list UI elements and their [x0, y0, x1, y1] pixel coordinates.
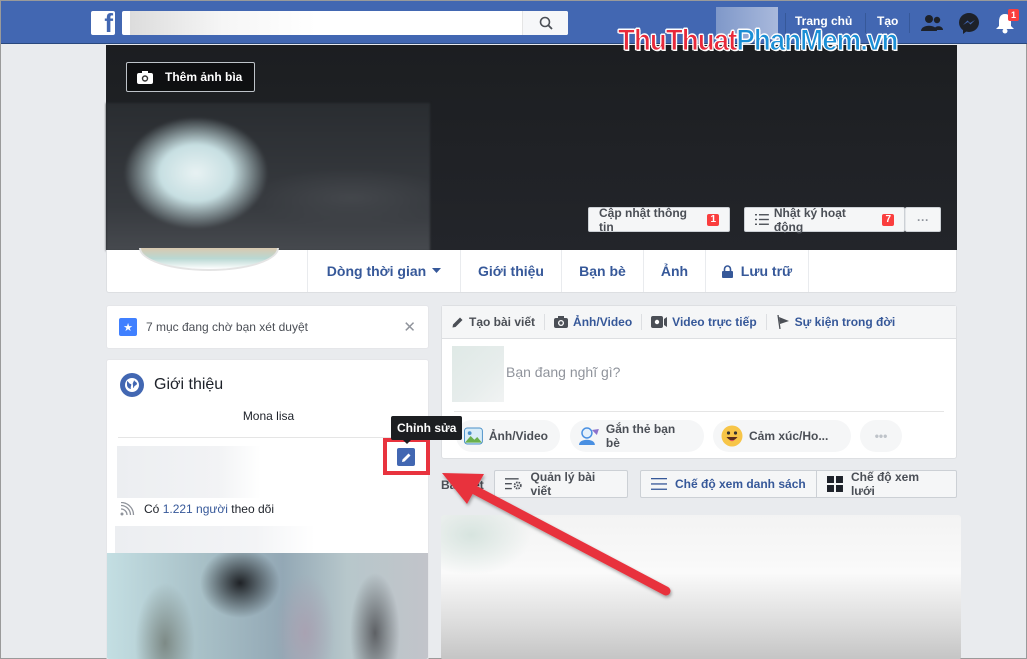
caret-down-icon [432, 268, 442, 273]
search-input[interactable] [122, 11, 568, 35]
tag-friends-icon [578, 427, 599, 445]
blurred-intro-detail [115, 526, 315, 554]
tab-about[interactable]: Giới thiệu [460, 250, 561, 292]
friend-requests-icon [921, 15, 943, 31]
composer-tab-photo-video[interactable]: Ảnh/Video [554, 315, 632, 329]
nav-divider [909, 13, 910, 33]
pending-review-text: 7 mục đang chờ bạn xét duyệt [146, 320, 308, 334]
tab-photos[interactable]: Ảnh [643, 250, 705, 292]
posts-section-label: Bài viết [441, 478, 484, 492]
update-info-badge: 1 [707, 213, 719, 226]
messenger-icon [959, 13, 979, 34]
photo-icon [464, 427, 483, 445]
lock-icon [721, 264, 733, 278]
composer-tab-divider [641, 314, 643, 330]
composer-input[interactable]: Bạn đang nghĩ gì? [506, 364, 620, 380]
flag-icon [777, 315, 789, 329]
profile-picture-frame[interactable] [139, 248, 279, 271]
friend-requests-button[interactable] [920, 11, 944, 35]
intro-divider [118, 437, 417, 438]
composer-avatar [452, 346, 504, 402]
composer-tabs: Tạo bài viết Ảnh/Video Video trực tiếp S… [442, 306, 956, 339]
facebook-logo[interactable]: f [91, 11, 115, 35]
profile-tabs: Dòng thời gian Giới thiệu Bạn bè Ảnh Lưu… [106, 248, 957, 293]
tab-timeline[interactable]: Dòng thời gian [307, 250, 460, 292]
search-button[interactable] [522, 11, 568, 35]
composer-tab-create-post[interactable]: Tạo bài viết [452, 315, 535, 329]
action-more[interactable]: ••• [860, 420, 902, 452]
photos-preview-blurred[interactable] [107, 553, 428, 659]
list-icon [755, 214, 769, 225]
composer-tab-divider [544, 314, 546, 330]
manage-posts-button[interactable]: Quản lý bài viết [494, 470, 628, 498]
edit-tooltip: Chỉnh sửa [391, 416, 463, 444]
search-icon [539, 16, 553, 30]
blurred-search-text [130, 11, 440, 35]
followers-link[interactable]: 1.221 người [163, 502, 228, 516]
intro-card: Giới thiệu Mona lisa Có 1.221 người theo… [106, 359, 429, 659]
tab-friends[interactable]: Bạn bè [561, 250, 643, 292]
rss-follow-icon [120, 502, 135, 516]
bio-text: Mona lisa [242, 409, 295, 423]
pending-review-card[interactable]: ★ 7 mục đang chờ bạn xét duyệt ✕ [106, 305, 429, 349]
grid-view-button[interactable]: Chế độ xem lưới [816, 470, 957, 498]
composer-tab-divider [765, 314, 767, 330]
live-video-icon [651, 316, 668, 328]
settings-list-icon [505, 478, 522, 490]
add-cover-photo-button[interactable]: Thêm ảnh bìa [126, 62, 255, 92]
post-composer: Tạo bài viết Ảnh/Video Video trực tiếp S… [441, 305, 957, 459]
action-feeling-activity[interactable]: Cảm xúc/Ho... [713, 420, 851, 452]
messenger-button[interactable] [957, 11, 981, 35]
composer-divider [454, 411, 944, 412]
action-photo-video[interactable]: Ảnh/Video [456, 420, 560, 452]
update-info-button[interactable]: Cập nhật thông tin 1 [588, 206, 730, 234]
followers-info: Có 1.221 người theo dõi [120, 502, 274, 516]
more-icon: ••• [874, 429, 888, 443]
star-icon: ★ [119, 318, 137, 336]
globe-icon [120, 373, 144, 397]
more-options-button[interactable]: ··· [905, 207, 941, 232]
emoji-icon [721, 425, 743, 447]
tab-archive[interactable]: Lưu trữ [705, 250, 809, 292]
close-icon[interactable]: ✕ [403, 318, 416, 336]
pencil-icon [452, 317, 463, 328]
action-tag-friends[interactable]: Gắn thẻ bạn bè [570, 420, 704, 452]
intro-header: Giới thiệu [120, 373, 223, 397]
profile-picture-blurred[interactable] [106, 103, 430, 251]
composer-tab-life-event[interactable]: Sự kiện trong đời [776, 315, 895, 329]
list-view-icon [651, 478, 667, 490]
grid-view-icon [827, 476, 843, 492]
feed-post-blurred[interactable] [441, 515, 961, 659]
notifications-badge: 1 [1008, 9, 1020, 21]
notifications-button[interactable]: 1 [993, 9, 1020, 35]
blurred-intro-info [117, 446, 261, 498]
activity-log-button[interactable]: Nhật ký hoạt động 7 [744, 206, 905, 234]
cover-photo-area: Thêm ảnh bìa Cập nhật thông tin 1 Nhật k… [106, 45, 957, 251]
watermark-logo: ThuThuatPhanMem.vn [618, 24, 899, 57]
camera-icon [137, 70, 153, 84]
list-view-button[interactable]: Chế độ xem danh sách [640, 470, 817, 498]
intro-title: Giới thiệu [154, 376, 224, 393]
composer-tab-live-video[interactable]: Video trực tiếp [651, 315, 757, 329]
more-icon: ··· [917, 212, 929, 227]
activity-log-badge: 7 [882, 213, 894, 226]
camera-icon [554, 316, 569, 328]
